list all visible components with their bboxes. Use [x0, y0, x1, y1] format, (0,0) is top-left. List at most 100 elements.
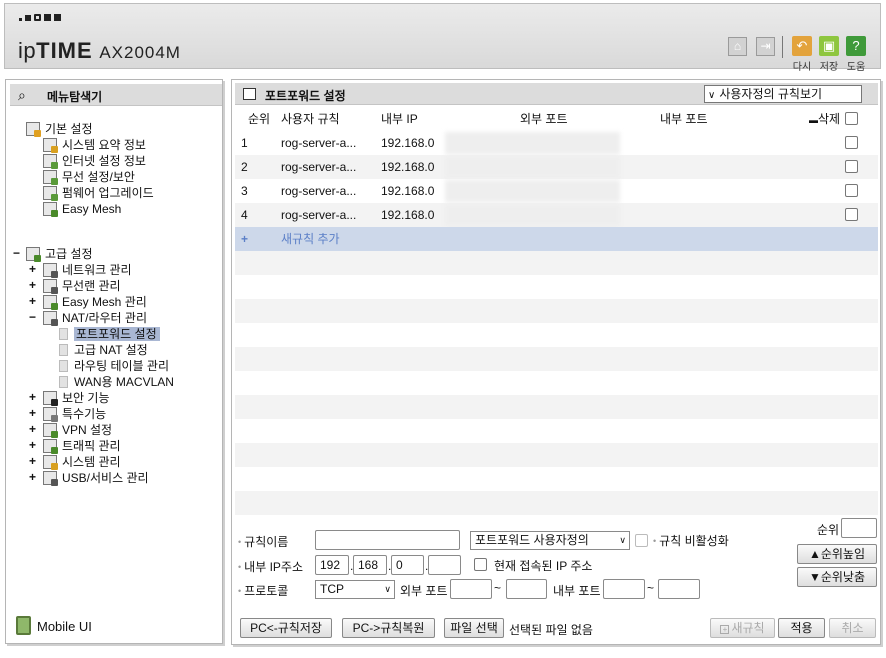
page-title: 포트포워드 설정: [265, 89, 346, 103]
collapse-icon[interactable]: −: [13, 246, 20, 260]
undo-label: 다시: [792, 62, 812, 73]
order-input[interactable]: [841, 518, 877, 538]
row-checkbox[interactable]: [845, 136, 858, 149]
plus-icon: +: [241, 232, 249, 246]
rule-type-select[interactable]: 포트포워드 사용자정의 ∨: [470, 531, 630, 550]
monitor-icon: [43, 154, 58, 169]
menu-wan-macvlan[interactable]: WAN용 MACVLAN: [59, 374, 174, 390]
page-icon: [59, 376, 68, 388]
folder-icon: [26, 122, 41, 137]
mesh-icon: [43, 295, 58, 310]
menu-internet-info[interactable]: 인터넷 설정 정보: [43, 153, 146, 169]
ip-octet-3[interactable]: 0: [391, 555, 424, 575]
save-icon[interactable]: ▣: [819, 36, 839, 56]
external-port-start[interactable]: [450, 579, 492, 599]
current-ip-checkbox[interactable]: [474, 558, 487, 571]
tree-basic-settings[interactable]: 기본 설정: [26, 121, 93, 137]
help-icon[interactable]: ?: [846, 36, 866, 56]
menu-port-forward[interactable]: 포트포워드 설정: [59, 326, 160, 342]
vpn-icon: [43, 423, 58, 438]
expand-icon[interactable]: +: [29, 470, 36, 484]
menu-vpn[interactable]: VPN 설정: [43, 422, 112, 438]
undo-icon[interactable]: ↶: [792, 36, 812, 56]
ip-octet-1[interactable]: 192: [315, 555, 349, 575]
pc-save-button[interactable]: PC<-규칙저장: [240, 618, 332, 638]
tree-advanced-settings[interactable]: 고급 설정: [26, 246, 93, 262]
expand-icon[interactable]: +: [29, 406, 36, 420]
chart-icon: [43, 138, 58, 153]
menu-routing-table[interactable]: 라우팅 테이블 관리: [59, 358, 169, 374]
menu-easy-mesh[interactable]: Easy Mesh: [43, 201, 121, 217]
redacted-area: [445, 156, 620, 178]
menu-easy-mesh-management[interactable]: Easy Mesh 관리: [43, 294, 147, 310]
view-rules-select[interactable]: ∨ 사용자정의 규칙보기: [704, 85, 862, 103]
ip-octet-2[interactable]: 168: [353, 555, 387, 575]
expand-icon[interactable]: +: [29, 422, 36, 436]
upgrade-icon: [43, 186, 58, 201]
current-ip-label: 현재 접속된 IP 주소: [494, 559, 593, 573]
disable-rule-checkbox[interactable]: [635, 534, 648, 547]
menu-traffic[interactable]: 트래픽 관리: [43, 438, 121, 454]
table-header: 순위 사용자 규칙 내부 IP 외부 포트 내부 포트 ▬삭제: [235, 107, 878, 131]
row-checkbox[interactable]: [845, 208, 858, 221]
add-rule-row[interactable]: + 새규칙 추가: [235, 227, 878, 251]
move-up-button[interactable]: ▲순위높임: [797, 544, 877, 564]
main-header: 포트포워드 설정 ∨ 사용자정의 규칙보기: [235, 83, 878, 105]
expand-icon[interactable]: +: [29, 438, 36, 452]
new-rule-button[interactable]: + 새규칙: [710, 618, 775, 638]
apply-button[interactable]: 적용: [778, 618, 825, 638]
menu-firmware-upgrade[interactable]: 펌웨어 업그레이드: [43, 185, 154, 201]
move-down-button[interactable]: ▼순위낮춤: [797, 567, 877, 587]
expand-icon[interactable]: +: [29, 262, 36, 276]
menu-nat-router[interactable]: NAT/라우터 관리: [43, 310, 147, 326]
order-label: 순위: [817, 523, 840, 537]
empty-row: [235, 419, 878, 443]
row-checkbox[interactable]: [845, 160, 858, 173]
page-icon: [59, 328, 68, 340]
expand-icon[interactable]: +: [29, 454, 36, 468]
empty-row: [235, 395, 878, 419]
home-icon[interactable]: ⌂: [728, 37, 747, 56]
menu-usb-services[interactable]: USB/서비스 관리: [43, 470, 149, 486]
menu-advanced-nat[interactable]: 고급 NAT 설정: [59, 342, 148, 358]
internal-port-start[interactable]: [603, 579, 645, 599]
menu-wireless-management[interactable]: 무선랜 관리: [43, 278, 121, 294]
pc-restore-button[interactable]: PC->규칙복원: [342, 618, 435, 638]
internal-port-end[interactable]: [658, 579, 700, 599]
expand-icon[interactable]: +: [29, 278, 36, 292]
empty-row: [235, 299, 878, 323]
menu-network-management[interactable]: 네트워크 관리: [43, 262, 132, 278]
table-row[interactable]: 2 rog-server-a... 192.168.0: [235, 155, 878, 179]
menu-security[interactable]: 보안 기능: [43, 390, 110, 406]
menu-wireless-security[interactable]: 무선 설정/보안: [43, 169, 135, 185]
menu-system-summary[interactable]: 시스템 요약 정보: [43, 137, 146, 153]
external-port-end[interactable]: [506, 579, 547, 599]
wifi-icon: [43, 279, 58, 294]
table-row[interactable]: 3 rog-server-a... 192.168.0: [235, 179, 878, 203]
protocol-select[interactable]: TCP ∨: [315, 580, 395, 599]
row-checkbox[interactable]: [845, 184, 858, 197]
select-all-checkbox[interactable]: [845, 112, 858, 125]
ip-octet-4[interactable]: [428, 555, 461, 575]
internal-ip-label: 내부 IP주소: [238, 558, 303, 575]
mobile-ui-link[interactable]: Mobile UI: [16, 616, 92, 635]
window-icon: [243, 88, 256, 100]
col-order: 순위: [248, 112, 271, 126]
sidebar: ⌕ 메뉴탐색기 기본 설정 시스템 요약 정보 인터넷 설정 정보 무선 설정/…: [5, 79, 223, 644]
col-external-port: 외부 포트: [520, 112, 568, 126]
logout-icon[interactable]: ⇥: [756, 37, 775, 56]
rule-name-input[interactable]: [315, 530, 460, 550]
redacted-area: [445, 132, 620, 154]
expand-icon[interactable]: +: [29, 294, 36, 308]
table-row[interactable]: 1 rog-server-a... 192.168.0: [235, 131, 878, 155]
folder-icon: [43, 407, 58, 422]
menu-system-management[interactable]: 시스템 관리: [43, 454, 121, 470]
table-row[interactable]: 4 rog-server-a... 192.168.0: [235, 203, 878, 227]
menu-special-features[interactable]: 특수기능: [43, 406, 106, 422]
collapse-icon[interactable]: −: [29, 310, 36, 324]
expand-icon[interactable]: +: [29, 390, 36, 404]
file-select-button[interactable]: 파일 선택: [444, 618, 504, 638]
cancel-button[interactable]: 취소: [829, 618, 876, 638]
lock-icon: [43, 391, 58, 406]
col-rule: 사용자 규칙: [281, 112, 340, 126]
